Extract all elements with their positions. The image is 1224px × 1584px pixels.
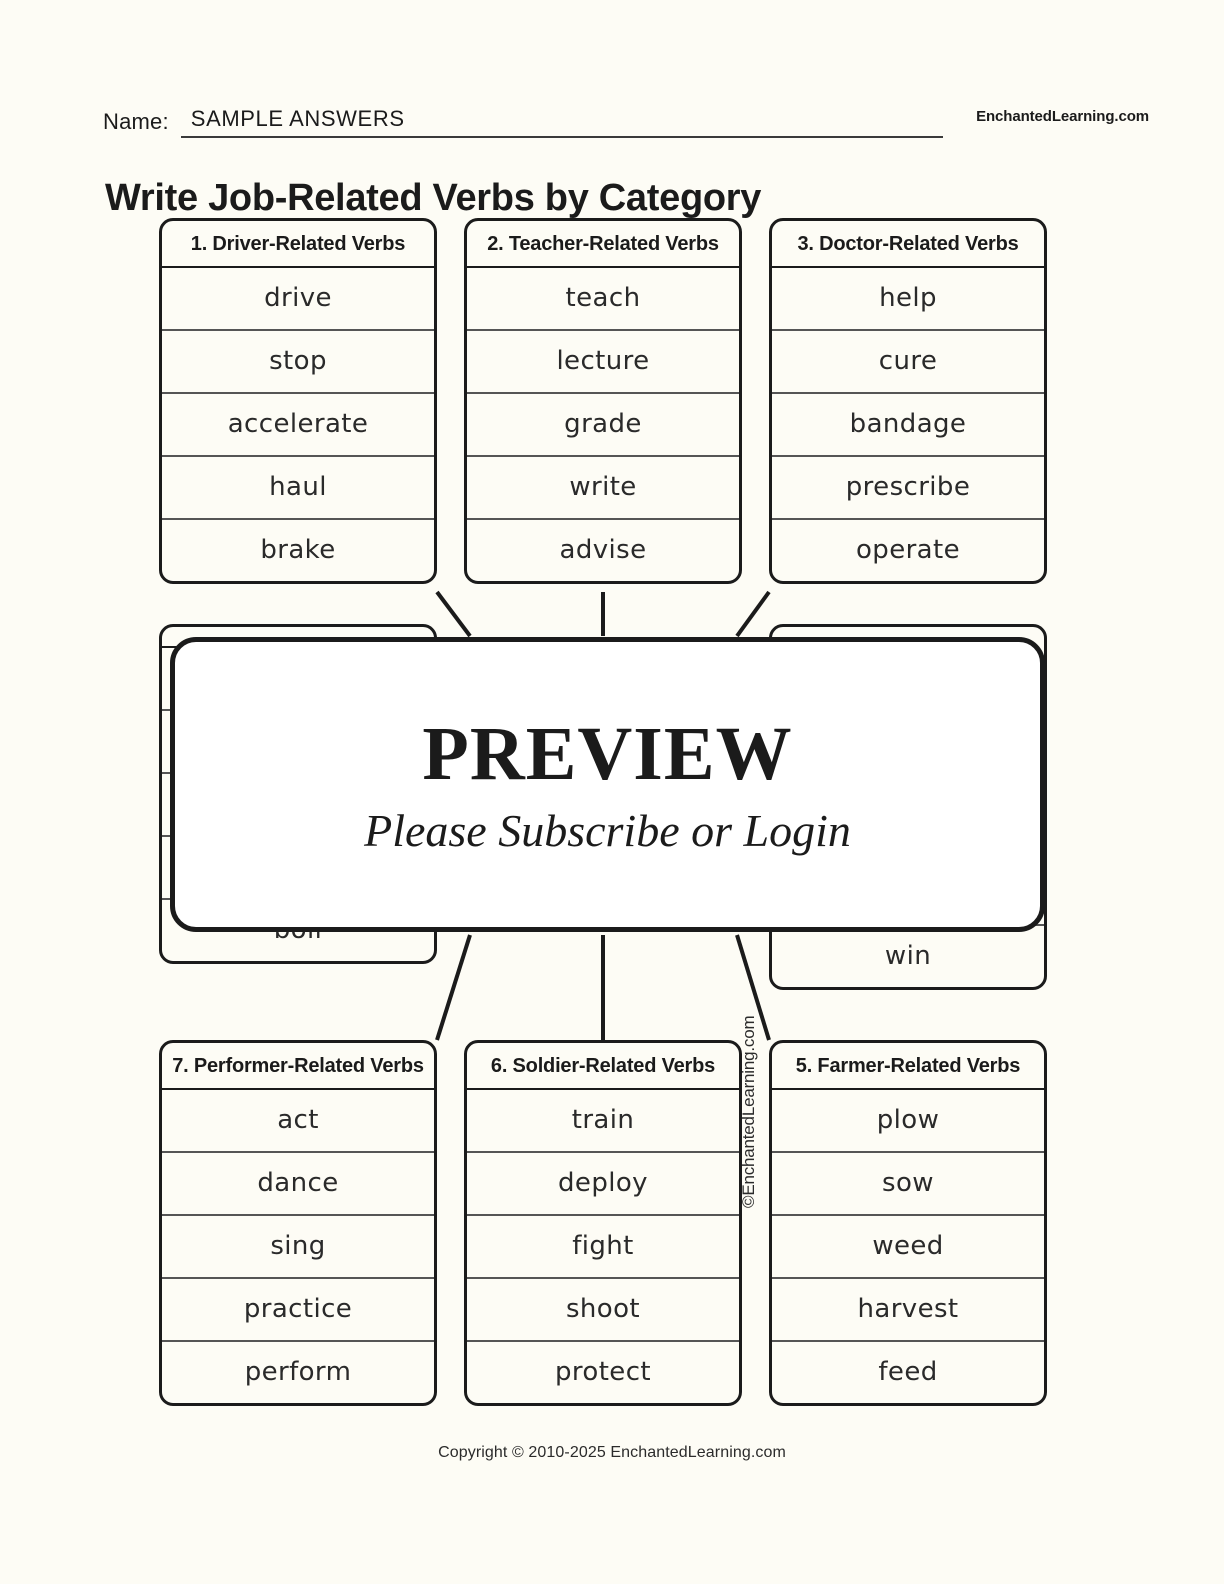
category-box-3-row-4[interactable]: prescribe (772, 457, 1044, 521)
preview-subscribe-prompt[interactable]: Please Subscribe or Login (364, 807, 851, 854)
category-box-2-row-3[interactable]: grade (467, 394, 739, 458)
category-box-1-row-2[interactable]: stop (162, 331, 434, 395)
category-box-7-row-4[interactable]: practice (162, 1279, 434, 1343)
category-box-5-row-1[interactable]: plow (772, 1090, 1044, 1154)
category-box-6: 6. Soldier-Related Verbs train deploy fi… (464, 1040, 742, 1407)
category-box-7-row-3[interactable]: sing (162, 1216, 434, 1280)
category-box-1-row-5[interactable]: brake (162, 520, 434, 581)
category-box-3: 3. Doctor-Related Verbs help cure bandag… (769, 218, 1047, 585)
category-box-7: 7. Performer-Related Verbs act dance sin… (159, 1040, 437, 1407)
category-box-5-heading: 5. Farmer-Related Verbs (772, 1043, 1044, 1091)
category-box-3-row-1[interactable]: help (772, 268, 1044, 332)
category-box-7-heading: 7. Performer-Related Verbs (162, 1043, 434, 1091)
category-box-6-row-3[interactable]: fight (467, 1216, 739, 1280)
category-box-5-row-5[interactable]: feed (772, 1342, 1044, 1403)
category-box-1-row-1[interactable]: drive (162, 268, 434, 332)
category-box-1: 1. Driver-Related Verbs drive stop accel… (159, 218, 437, 585)
category-box-5-row-4[interactable]: harvest (772, 1279, 1044, 1343)
category-box-3-row-2[interactable]: cure (772, 331, 1044, 395)
category-box-7-row-1[interactable]: act (162, 1090, 434, 1154)
category-box-1-heading: 1. Driver-Related Verbs (162, 221, 434, 269)
category-box-5: 5. Farmer-Related Verbs plow sow weed ha… (769, 1040, 1047, 1407)
category-box-2-row-2[interactable]: lecture (467, 331, 739, 395)
category-box-2-row-1[interactable]: teach (467, 268, 739, 332)
category-box-7-row-5[interactable]: perform (162, 1342, 434, 1403)
preview-title: PREVIEW (422, 711, 793, 796)
category-box-6-heading: 6. Soldier-Related Verbs (467, 1043, 739, 1091)
category-box-3-row-3[interactable]: bandage (772, 394, 1044, 458)
category-box-1-row-4[interactable]: haul (162, 457, 434, 521)
category-box-6-row-1[interactable]: train (467, 1090, 739, 1154)
category-box-7-row-2[interactable]: dance (162, 1153, 434, 1217)
category-box-6-row-4[interactable]: shoot (467, 1279, 739, 1343)
category-box-5-row-2[interactable]: sow (772, 1153, 1044, 1217)
category-box-4-row-5[interactable]: win (772, 926, 1044, 987)
category-box-3-row-5[interactable]: operate (772, 520, 1044, 581)
vertical-copyright-credit: ©EnchantedLearning.com (739, 1015, 758, 1208)
category-box-2-row-4[interactable]: write (467, 457, 739, 521)
category-box-2-row-5[interactable]: advise (467, 520, 739, 581)
footer-copyright: Copyright © 2010-2025 EnchantedLearning.… (438, 1444, 786, 1461)
category-box-1-row-3[interactable]: accelerate (162, 394, 434, 458)
category-box-2-heading: 2. Teacher-Related Verbs (467, 221, 739, 269)
category-box-2: 2. Teacher-Related Verbs teach lecture g… (464, 218, 742, 585)
category-box-6-row-2[interactable]: deploy (467, 1153, 739, 1217)
preview-overlay-panel: PREVIEW Please Subscribe or Login (170, 637, 1045, 932)
category-box-6-row-5[interactable]: protect (467, 1342, 739, 1403)
category-box-3-heading: 3. Doctor-Related Verbs (772, 221, 1044, 269)
category-box-5-row-3[interactable]: weed (772, 1216, 1044, 1280)
